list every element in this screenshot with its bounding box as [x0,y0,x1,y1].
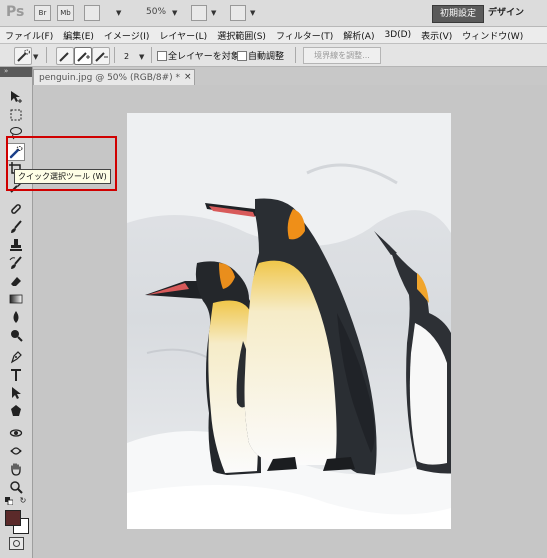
workspace-design-button[interactable]: デザイン [488,5,524,21]
swap-colors-icon[interactable]: ↻ [18,495,28,505]
3d-rotate-icon[interactable] [8,425,24,441]
history-brush-icon[interactable] [8,255,24,271]
default-colors-icon[interactable] [4,496,14,506]
separator [295,47,296,63]
menu-filter[interactable]: フィルター(T) [271,29,338,42]
spot-healing-icon[interactable] [8,201,24,217]
pen-icon[interactable] [8,349,24,365]
auto-enhance-label: 自動調整 [248,52,285,62]
photoshop-window: Ps Br Mb ▼ 50% ▼ ▼ ▼ 初期設定 デザイン ファイル(F) 編… [0,0,547,558]
menu-bar: ファイル(F) 編集(E) イメージ(I) レイヤー(L) 選択範囲(S) フィ… [0,27,547,44]
workspace-essentials-button[interactable]: 初期設定 [432,5,484,23]
separator [114,47,115,63]
bridge-button[interactable]: Br [34,5,51,21]
brush-size-value[interactable]: 2 [124,52,129,61]
tool-preset-chevron-down-icon[interactable]: ▼ [33,53,38,61]
menu-edit[interactable]: 編集(E) [58,29,99,42]
brush-icon[interactable] [8,219,24,235]
marquee-icon[interactable] [8,107,24,123]
menu-image[interactable]: イメージ(I) [99,29,155,42]
dodge-icon[interactable] [8,327,24,343]
hand-icon[interactable] [8,461,24,477]
new-selection-icon[interactable] [56,47,74,65]
foreground-color-swatch[interactable] [5,510,21,526]
menu-view[interactable]: 表示(V) [416,29,457,42]
blur-icon[interactable] [8,309,24,325]
close-icon[interactable]: × [184,69,192,85]
refine-edge-button[interactable]: 境界線を調整... [303,47,381,64]
photoshop-logo: Ps [6,4,25,20]
zoom-level[interactable]: 50% [146,7,166,17]
menu-file[interactable]: ファイル(F) [0,29,58,42]
separator [46,47,47,63]
application-bar: Ps Br Mb ▼ 50% ▼ ▼ ▼ 初期設定 デザイン [0,0,547,27]
add-to-selection-icon[interactable] [74,47,92,65]
gradient-icon[interactable] [8,291,24,307]
screen-mode-icon[interactable] [230,5,246,21]
arrange-chevron-down-icon[interactable]: ▼ [211,9,216,17]
eraser-icon[interactable] [8,273,24,289]
menu-layer[interactable]: レイヤー(L) [154,29,212,42]
brush-picker-chevron-down-icon[interactable]: ▼ [139,53,144,61]
document-tab[interactable]: penguin.jpg @ 50% (RGB/8#) * [33,69,195,85]
move-icon[interactable] [8,89,24,105]
sample-all-layers-checkbox[interactable] [157,51,167,61]
separator [151,47,152,63]
quick-mask-icon[interactable] [9,537,24,550]
subtract-from-selection-icon[interactable] [92,47,110,65]
menu-3d[interactable]: 3D(D) [379,30,416,40]
penguin-photo [127,113,451,529]
options-bar: ▼ 2 ▼ 全レイヤーを対象 自動調整 境界線を調整... [0,44,547,67]
shape-icon[interactable] [8,403,24,419]
tool-tooltip: クイック選択ツール (W) [14,169,111,184]
menu-analysis[interactable]: 解析(A) [338,29,379,42]
type-icon[interactable] [8,367,24,383]
zoom-icon[interactable] [8,479,24,495]
minibridge-button[interactable]: Mb [57,5,74,21]
zoom-chevron-down-icon[interactable]: ▼ [172,9,177,17]
menu-window[interactable]: ウィンドウ(W) [457,29,528,42]
3d-orbit-icon[interactable] [8,443,24,459]
sample-all-layers-label: 全レイヤーを対象 [168,52,240,62]
auto-enhance-checkbox[interactable] [237,51,247,61]
clone-stamp-icon[interactable] [8,237,24,253]
collapse-panel-icon[interactable]: » [4,67,8,75]
tool-preset-quick-selection-icon[interactable] [14,47,32,65]
view-extras-chevron-down-icon[interactable]: ▼ [116,9,121,17]
menu-select[interactable]: 選択範囲(S) [212,29,271,42]
arrange-documents-icon[interactable] [191,5,207,21]
path-selection-icon[interactable] [8,385,24,401]
image-canvas[interactable] [127,113,451,529]
view-extras-icon[interactable] [84,5,100,21]
screen-mode-chevron-down-icon[interactable]: ▼ [250,9,255,17]
